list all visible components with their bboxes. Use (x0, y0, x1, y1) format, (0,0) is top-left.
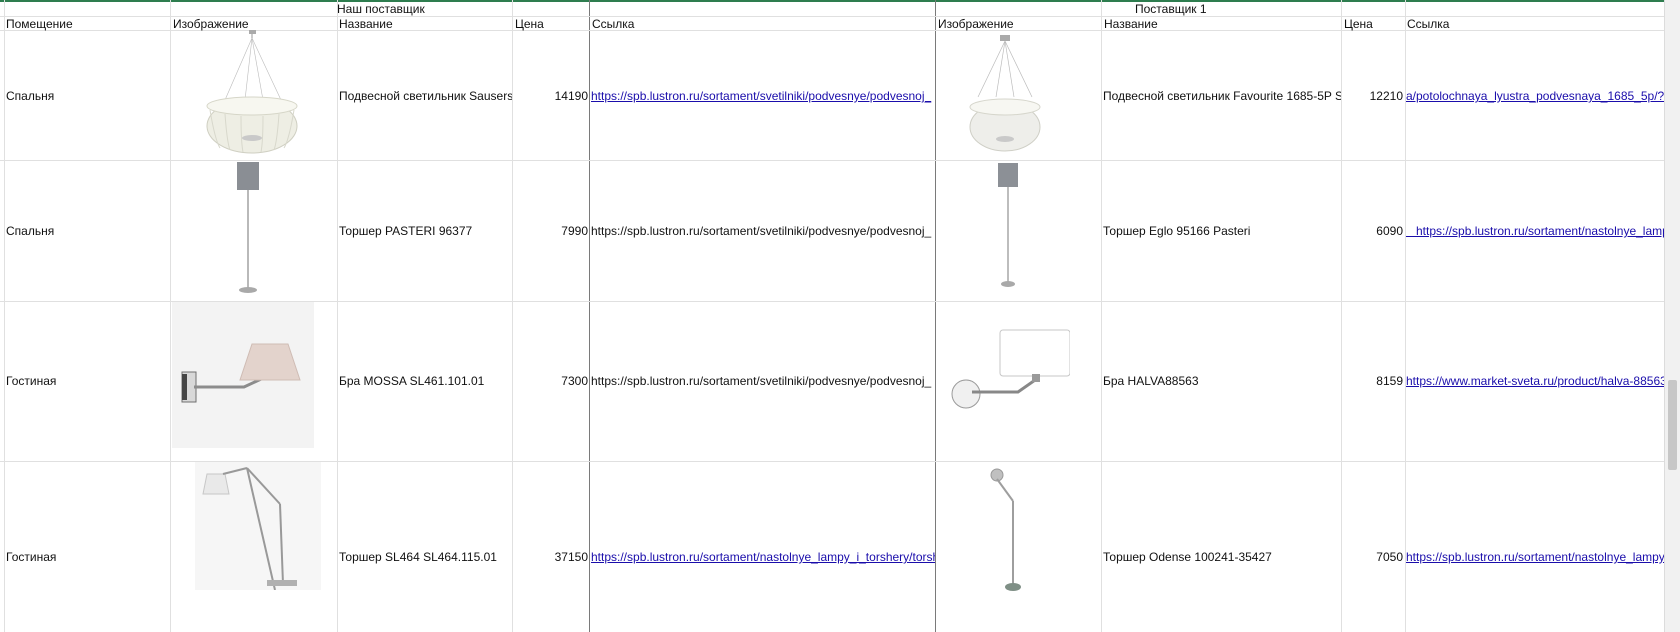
cell-price-2[interactable]: 7050 (1342, 550, 1403, 564)
chandelier-image[interactable] (205, 30, 305, 155)
cell-price-2[interactable]: 12210 (1342, 89, 1403, 103)
grid-line (170, 0, 171, 632)
header-image-2[interactable]: Изображение (938, 17, 1098, 31)
grid-line (1101, 0, 1102, 632)
cell-price[interactable]: 14190 (514, 89, 588, 103)
cell-price[interactable]: 37150 (514, 550, 588, 564)
cell-name-2[interactable]: Бра HALVA88563 (1103, 374, 1341, 388)
cell-price-2[interactable]: 8159 (1342, 374, 1403, 388)
grid-line (935, 0, 936, 632)
header-name[interactable]: Название (339, 17, 509, 31)
grid-line (337, 0, 338, 632)
grid-line (512, 0, 513, 632)
cell-link-2[interactable]: https://www.market-sveta.ru/product/halv… (1406, 374, 1664, 388)
floor-lamp-image[interactable] (195, 462, 321, 590)
cell-link[interactable]: https://spb.lustron.ru/sortament/nastoln… (591, 550, 935, 564)
spreadsheet: Наш поставщик Поставщик 1 Помещение Изоб… (0, 0, 1680, 632)
cell-name[interactable]: Подвесной светильник Sausers (339, 89, 512, 103)
cell-name-2[interactable]: Торшер Eglo 95166 Pasteri (1103, 224, 1341, 238)
group-header-supplier1[interactable]: Поставщик 1 (1135, 2, 1335, 16)
cell-room[interactable]: Гостиная (6, 550, 166, 564)
cell-price-2[interactable]: 6090 (1342, 224, 1403, 238)
cell-name-2[interactable]: Торшер Odense 100241-35427 (1103, 550, 1341, 564)
group-header-ours[interactable]: Наш поставщик (337, 2, 537, 16)
header-price-2[interactable]: Цена (1344, 17, 1404, 31)
cell-link[interactable]: https://spb.lustron.ru/sortament/svetiln… (591, 224, 935, 238)
header-room[interactable]: Помещение (6, 17, 166, 31)
vertical-scrollbar[interactable] (1664, 0, 1680, 632)
cell-link[interactable]: https://spb.lustron.ru/sortament/svetiln… (591, 374, 935, 388)
cell-link-2[interactable]: https://spb.lustron.ru/sortament/nastoln… (1406, 550, 1664, 564)
cell-link-2[interactable]: a/potolochnaya_lyustra_podvesnaya_1685_5… (1406, 89, 1664, 103)
cell-name-2[interactable]: Подвесной светильник Favourite 1685-5P S (1103, 89, 1341, 103)
cell-room[interactable]: Спальня (6, 224, 166, 238)
header-price[interactable]: Цена (515, 17, 585, 31)
grid-line (589, 0, 590, 632)
header-name-2[interactable]: Название (1104, 17, 1334, 31)
header-link[interactable]: Ссылка (592, 17, 932, 31)
cell-price[interactable]: 7990 (514, 224, 588, 238)
floor-lamp-image[interactable] (995, 160, 1021, 292)
cell-room[interactable]: Спальня (6, 89, 166, 103)
cell-name[interactable]: Торшер SL464 SL464.115.01 (339, 550, 512, 564)
cell-name[interactable]: Бра MOSSA SL461.101.01 (339, 374, 512, 388)
cell-name[interactable]: Торшер PASTERI 96377 (339, 224, 512, 238)
floor-lamp-image[interactable] (232, 160, 266, 298)
cell-link-2[interactable]: https://spb.lustron.ru/sortament/nastoln… (1406, 224, 1664, 238)
cell-link[interactable]: https://spb.lustron.ru/sortament/svetiln… (591, 89, 935, 103)
scrollbar-thumb[interactable] (1668, 380, 1677, 470)
wall-sconce-image[interactable] (948, 318, 1070, 422)
selection-border (0, 0, 1680, 2)
grid-line (4, 0, 5, 632)
chandelier-image[interactable] (968, 35, 1042, 153)
header-link-2[interactable]: Ссылка (1407, 17, 1657, 31)
cell-room[interactable]: Гостиная (6, 374, 166, 388)
floor-lamp-image[interactable] (985, 465, 1025, 597)
cell-price[interactable]: 7300 (514, 374, 588, 388)
wall-sconce-image[interactable] (172, 302, 314, 448)
header-image[interactable]: Изображение (173, 17, 333, 31)
